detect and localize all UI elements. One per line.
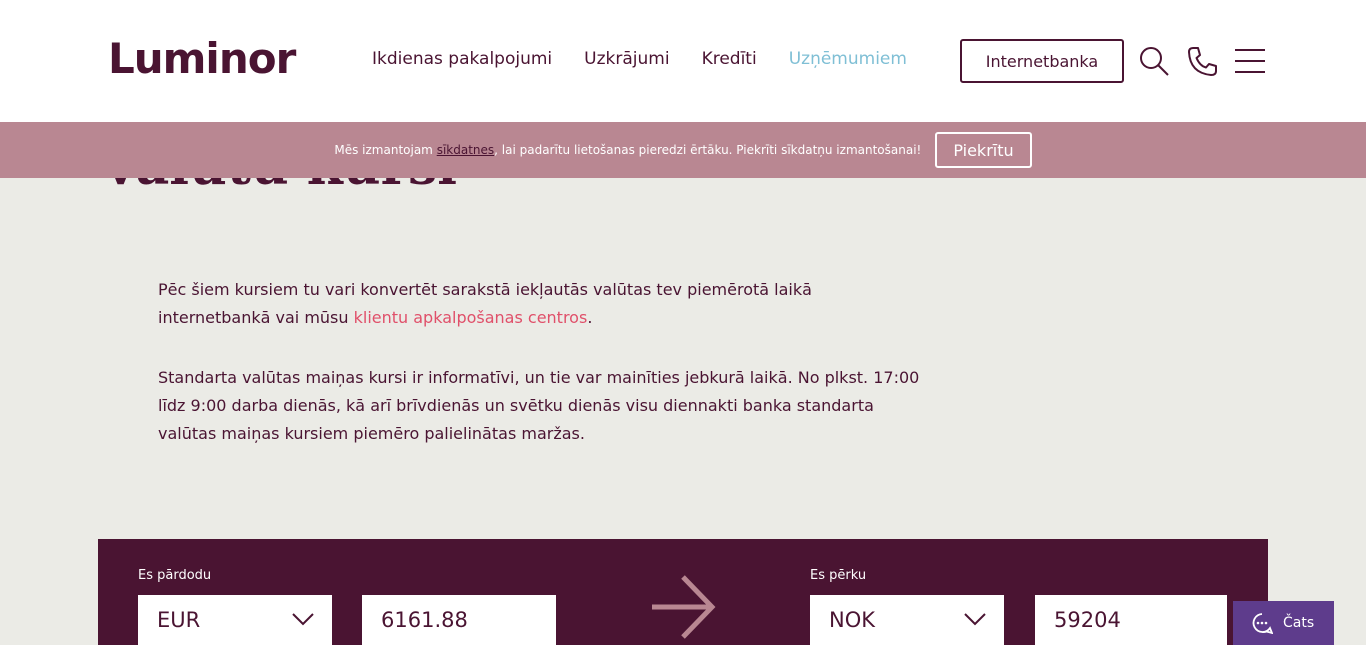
intro-paragraph: Pēc šiem kursiem tu vari konvertēt sarak… xyxy=(158,280,812,327)
nav-item-ikdienas[interactable]: Ikdienas pakalpojumi xyxy=(372,49,552,69)
arrow-right-icon xyxy=(652,575,716,639)
menu-icon[interactable] xyxy=(1233,44,1267,78)
nav-item-uzkrajumi[interactable]: Uzkrājumi xyxy=(584,49,669,69)
sell-amount-input[interactable]: 6161.88 xyxy=(362,595,556,645)
phone-icon[interactable] xyxy=(1185,44,1219,78)
buy-label: Es pērku xyxy=(810,568,867,583)
sell-currency-value: EUR xyxy=(157,608,201,632)
chevron-down-icon xyxy=(964,613,986,626)
buy-currency-value: NOK xyxy=(829,608,876,632)
cookie-accept-button[interactable]: Piekrītu xyxy=(935,132,1032,168)
chat-icon xyxy=(1252,613,1273,634)
cookie-policy-link[interactable]: sīkdatnes xyxy=(437,143,494,157)
cookie-text: Mēs izmantojam sīkdatnes, lai padarītu l… xyxy=(334,143,922,157)
nav-item-uznemumiem[interactable]: Uzņēmumiem xyxy=(789,49,907,69)
main-nav: Ikdienas pakalpojumi Uzkrājumi Kredīti U… xyxy=(372,49,907,69)
buy-currency-select[interactable]: NOK xyxy=(810,595,1004,645)
rates-disclaimer: Standarta valūtas maiņas kursi ir inform… xyxy=(158,368,920,443)
sell-label: Es pārdodu xyxy=(138,568,212,583)
chat-button[interactable]: Čats xyxy=(1233,601,1334,645)
service-centers-link[interactable]: klientu apkalpošanas centros xyxy=(354,308,588,327)
nav-item-krediti[interactable]: Kredīti xyxy=(702,49,757,69)
buy-amount-input[interactable]: 59204 xyxy=(1035,595,1227,645)
internetbank-button[interactable]: Internetbanka xyxy=(960,39,1124,83)
luminor-logo[interactable]: Luminor xyxy=(108,34,296,83)
page-title: Valūtu kursi xyxy=(100,178,457,197)
chevron-down-icon xyxy=(292,613,314,626)
sell-currency-select[interactable]: EUR xyxy=(138,595,332,645)
chat-label: Čats xyxy=(1283,615,1315,631)
page-title-wrap: Valūtu kursi xyxy=(0,178,1366,218)
cookie-banner: Mēs izmantojam sīkdatnes, lai padarītu l… xyxy=(0,122,1366,178)
site-header: Luminor Ikdienas pakalpojumi Uzkrājumi K… xyxy=(0,0,1366,122)
currency-converter: Es pārdodu EUR 6161.88 Es pērku NOK 5920… xyxy=(98,539,1268,645)
search-icon[interactable] xyxy=(1137,44,1171,78)
